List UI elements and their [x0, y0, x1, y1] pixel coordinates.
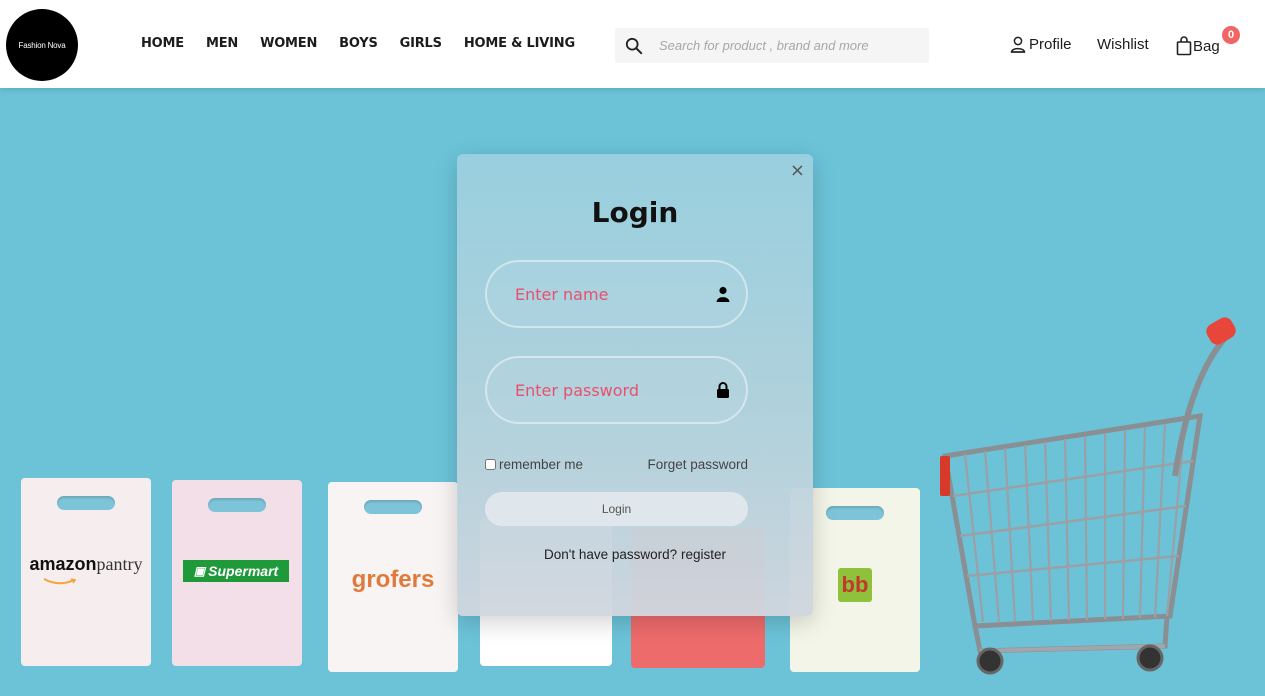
user-icon [1010, 36, 1026, 53]
bag-handle [208, 498, 266, 512]
shopping-cart-illustration [940, 317, 1236, 675]
amazon-pantry-bag: amazonpantry [21, 478, 151, 666]
nav-women[interactable]: WOMEN [260, 36, 317, 51]
amazon-pantry-logo: amazonpantry [29, 554, 143, 574]
login-modal: × Login remember me Forget password Logi… [457, 154, 813, 616]
main-nav: HOME MEN WOMEN BOYS GIRLS HOME & LIVING [141, 36, 575, 51]
nav-men[interactable]: MEN [206, 36, 238, 51]
user-icon [716, 286, 730, 302]
search-input[interactable] [659, 38, 919, 53]
profile-label: Profile [1029, 36, 1072, 53]
bag-handle [364, 500, 422, 514]
grofers-logo: grofers [351, 566, 435, 593]
register-prompt-line: Don't have password? register [457, 547, 813, 562]
nav-home-living[interactable]: HOME & LIVING [464, 36, 575, 51]
bag-handle [57, 496, 115, 510]
register-link[interactable]: register [681, 547, 726, 562]
remember-me-checkbox[interactable] [485, 459, 496, 470]
wishlist-link[interactable]: Wishlist [1097, 36, 1149, 53]
search-icon[interactable] [625, 37, 643, 55]
login-title: Login [591, 196, 679, 229]
bigbasket-logo: bb [838, 568, 872, 602]
login-options-row: remember me Forget password [485, 457, 748, 472]
name-field[interactable] [485, 260, 748, 328]
remember-me-option[interactable]: remember me [485, 457, 583, 472]
wishlist-label: Wishlist [1097, 36, 1149, 53]
nav-home[interactable]: HOME [141, 36, 184, 51]
supermart-bag: ▣ Supermart [172, 480, 302, 666]
amazon-smile-icon [43, 578, 77, 585]
search-bar[interactable] [615, 28, 929, 63]
close-icon[interactable]: × [790, 160, 805, 181]
nav-girls[interactable]: GIRLS [400, 36, 442, 51]
login-button[interactable]: Login [485, 492, 748, 526]
logo-text: Fashion Nova [18, 40, 66, 50]
site-logo[interactable]: Fashion Nova [6, 9, 78, 81]
cart-icon: ▣ [193, 564, 206, 578]
grofers-bag: grofers [328, 482, 458, 672]
bag-link[interactable]: Bag [1176, 36, 1220, 56]
password-input[interactable] [515, 380, 705, 400]
bag-handle [826, 506, 884, 520]
supermart-logo: ▣ Supermart [183, 560, 289, 582]
site-header: Fashion Nova HOME MEN WOMEN BOYS GIRLS H… [0, 0, 1265, 88]
name-input[interactable] [515, 284, 705, 304]
profile-link[interactable]: Profile [1010, 36, 1072, 53]
nav-boys[interactable]: BOYS [339, 36, 378, 51]
bag-count-badge: 0 [1222, 26, 1240, 44]
remember-me-label: remember me [499, 457, 584, 472]
forget-password-link[interactable]: Forget password [647, 457, 748, 472]
password-field[interactable] [485, 356, 748, 424]
shopping-bag-icon [1176, 36, 1192, 56]
lock-icon [717, 382, 729, 398]
register-prompt: Don't have password? [544, 547, 678, 562]
bag-label: Bag [1193, 37, 1220, 55]
